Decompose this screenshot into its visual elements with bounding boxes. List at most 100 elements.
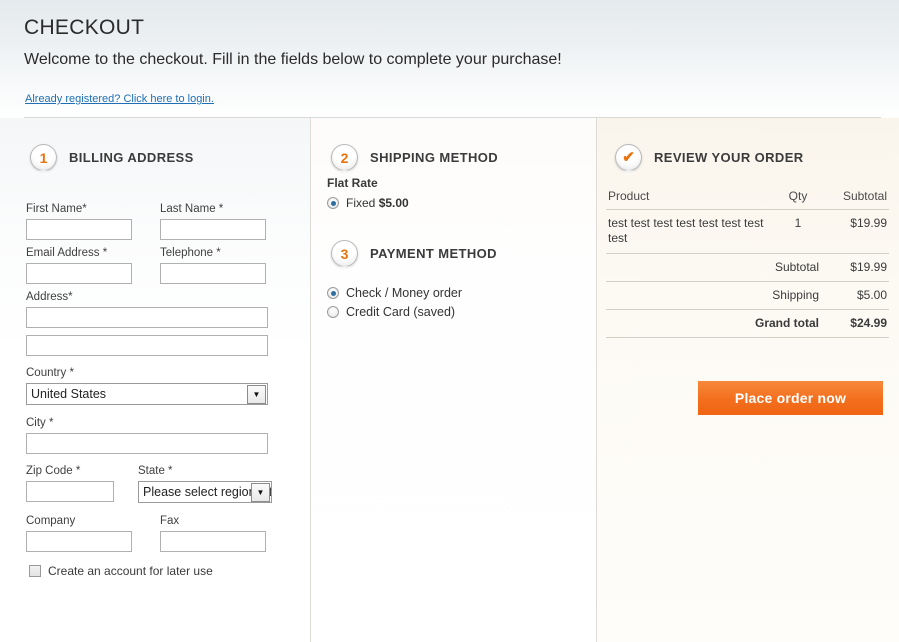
checkout-columns: 1 BILLING ADDRESS First Name* Last Name … [0, 118, 899, 642]
payment-options: Check / Money order Credit Card (saved) [327, 286, 462, 324]
payment-step-header: 3 PAYMENT METHOD [331, 240, 497, 272]
fax-group: Fax [160, 515, 266, 552]
name-row: First Name* Last Name * [26, 203, 286, 240]
telephone-group: Telephone * [160, 247, 266, 284]
shipping-option-label: Fixed [346, 196, 376, 210]
login-link[interactable]: Already registered? Click here to login. [25, 93, 214, 105]
step-number-label: 1 [39, 149, 48, 166]
contact-row: Email Address * Telephone * [26, 247, 286, 284]
company-label: Company [26, 515, 76, 527]
company-fax-row: Company Fax [26, 515, 286, 552]
order-table-body: test test test test test test test test … [606, 209, 889, 338]
step-number-label: 2 [340, 149, 349, 166]
billing-step-title: BILLING ADDRESS [69, 150, 194, 165]
city-group: City * [26, 417, 268, 454]
order-table-head: Product Qty Subtotal [606, 186, 889, 210]
shipping-step-header: 2 SHIPPING METHOD [331, 144, 499, 176]
totals-label: Shipping [606, 281, 821, 310]
last-name-input[interactable] [160, 219, 266, 240]
item-name: test test test test test test test test [606, 209, 775, 254]
first-name-group: First Name* [26, 203, 132, 240]
city-input[interactable] [26, 433, 268, 454]
shipping-option-text: Fixed $5.00 [346, 196, 409, 210]
telephone-input[interactable] [160, 263, 266, 284]
totals-row-grand-total: Grand total $24.99 [606, 309, 889, 338]
country-label: Country * [26, 367, 74, 379]
email-label: Email Address * [26, 247, 108, 259]
email-field[interactable] [26, 263, 132, 284]
welcome-message: Welcome to the checkout. Fill in the fie… [24, 51, 562, 68]
order-summary-table: Product Qty Subtotal test test test test… [606, 186, 889, 338]
company-group: Company [26, 515, 132, 552]
address1-label: Address* [26, 291, 73, 303]
table-header-row: Product Qty Subtotal [606, 186, 889, 210]
state-select[interactable]: Please select region, state or province.… [138, 481, 272, 503]
zip-label: Zip Code * [26, 465, 81, 477]
shipping-option-price: $5.00 [378, 196, 409, 210]
shipping-options: Flat Rate Fixed $5.00 [327, 176, 409, 214]
city-label: City * [26, 417, 54, 429]
totals-row-shipping: Shipping $5.00 [606, 281, 889, 310]
place-order-button[interactable]: Place order now [698, 381, 883, 415]
first-name-input[interactable] [26, 219, 132, 240]
country-select-value: United States [26, 383, 268, 405]
last-name-label: Last Name * [160, 203, 224, 215]
state-label: State * [138, 465, 173, 477]
payment-option-label: Check / Money order [346, 286, 463, 300]
totals-value: $19.99 [821, 253, 889, 282]
payment-step-title: PAYMENT METHOD [370, 246, 497, 261]
chevron-down-icon: ▼ [251, 483, 270, 502]
totals-value: $24.99 [821, 309, 889, 338]
payment-option-label: Credit Card (saved) [346, 305, 456, 319]
item-subtotal: $19.99 [821, 209, 889, 254]
column-header-qty: Qty [775, 186, 821, 210]
column-header-subtotal: Subtotal [821, 186, 889, 210]
totals-label: Grand total [606, 309, 821, 338]
zip-group: Zip Code * [26, 465, 114, 502]
totals-row-subtotal: Subtotal $19.99 [606, 253, 889, 282]
address2-group [26, 335, 268, 356]
review-step-header: ✔ REVIEW YOUR ORDER [615, 144, 804, 176]
payment-radio-check[interactable] [327, 287, 339, 299]
payment-option-credit-card[interactable]: Credit Card (saved) [327, 305, 462, 319]
state-group: State * Please select region, state or p… [138, 465, 272, 508]
first-name-label: First Name* [26, 203, 87, 215]
telephone-label: Telephone * [160, 247, 221, 259]
page-header: CHECKOUT Welcome to the checkout. Fill i… [0, 0, 899, 118]
payment-option-check[interactable]: Check / Money order [327, 286, 462, 300]
fax-label: Fax [160, 515, 180, 527]
shipping-radio-fixed[interactable] [327, 197, 339, 209]
last-name-group: Last Name * [160, 203, 266, 240]
zip-input[interactable] [26, 481, 114, 502]
email-group: Email Address * [26, 247, 132, 284]
country-select[interactable]: United States ▼ [26, 383, 268, 405]
create-account-checkbox[interactable] [29, 565, 41, 577]
create-account-row[interactable]: Create an account for later use [29, 564, 286, 578]
country-group: Country * United States ▼ [26, 367, 268, 410]
shipping-payment-column: 2 SHIPPING METHOD Flat Rate Fixed $5.00 … [310, 118, 596, 642]
check-icon: ✔ [622, 149, 635, 166]
column-header-product: Product [606, 186, 775, 210]
totals-label: Subtotal [606, 253, 821, 282]
address1-group: Address* [26, 291, 268, 328]
address2-input[interactable] [26, 335, 268, 356]
table-row: test test test test test test test test … [606, 209, 889, 254]
chevron-down-icon: ▼ [247, 385, 266, 404]
item-qty: 1 [775, 209, 821, 254]
zip-state-row: Zip Code * State * Please select region,… [26, 465, 286, 508]
step-badge-1: 1 [30, 144, 57, 176]
company-input[interactable] [26, 531, 132, 552]
address1-input[interactable] [26, 307, 268, 328]
page-title: CHECKOUT [24, 16, 145, 39]
checkout-page: CHECKOUT Welcome to the checkout. Fill i… [0, 0, 899, 642]
shipping-option-fixed[interactable]: Fixed $5.00 [327, 196, 409, 210]
step-badge-3: 3 [331, 240, 358, 272]
step-badge-check: ✔ [615, 144, 642, 176]
review-column: ✔ REVIEW YOUR ORDER Product Qty Subtotal… [596, 118, 899, 642]
payment-radio-credit-card[interactable] [327, 306, 339, 318]
totals-value: $5.00 [821, 281, 889, 310]
shipping-step-title: SHIPPING METHOD [370, 150, 499, 165]
carrier-name: Flat Rate [327, 176, 378, 190]
step-badge-2: 2 [331, 144, 358, 176]
fax-input[interactable] [160, 531, 266, 552]
